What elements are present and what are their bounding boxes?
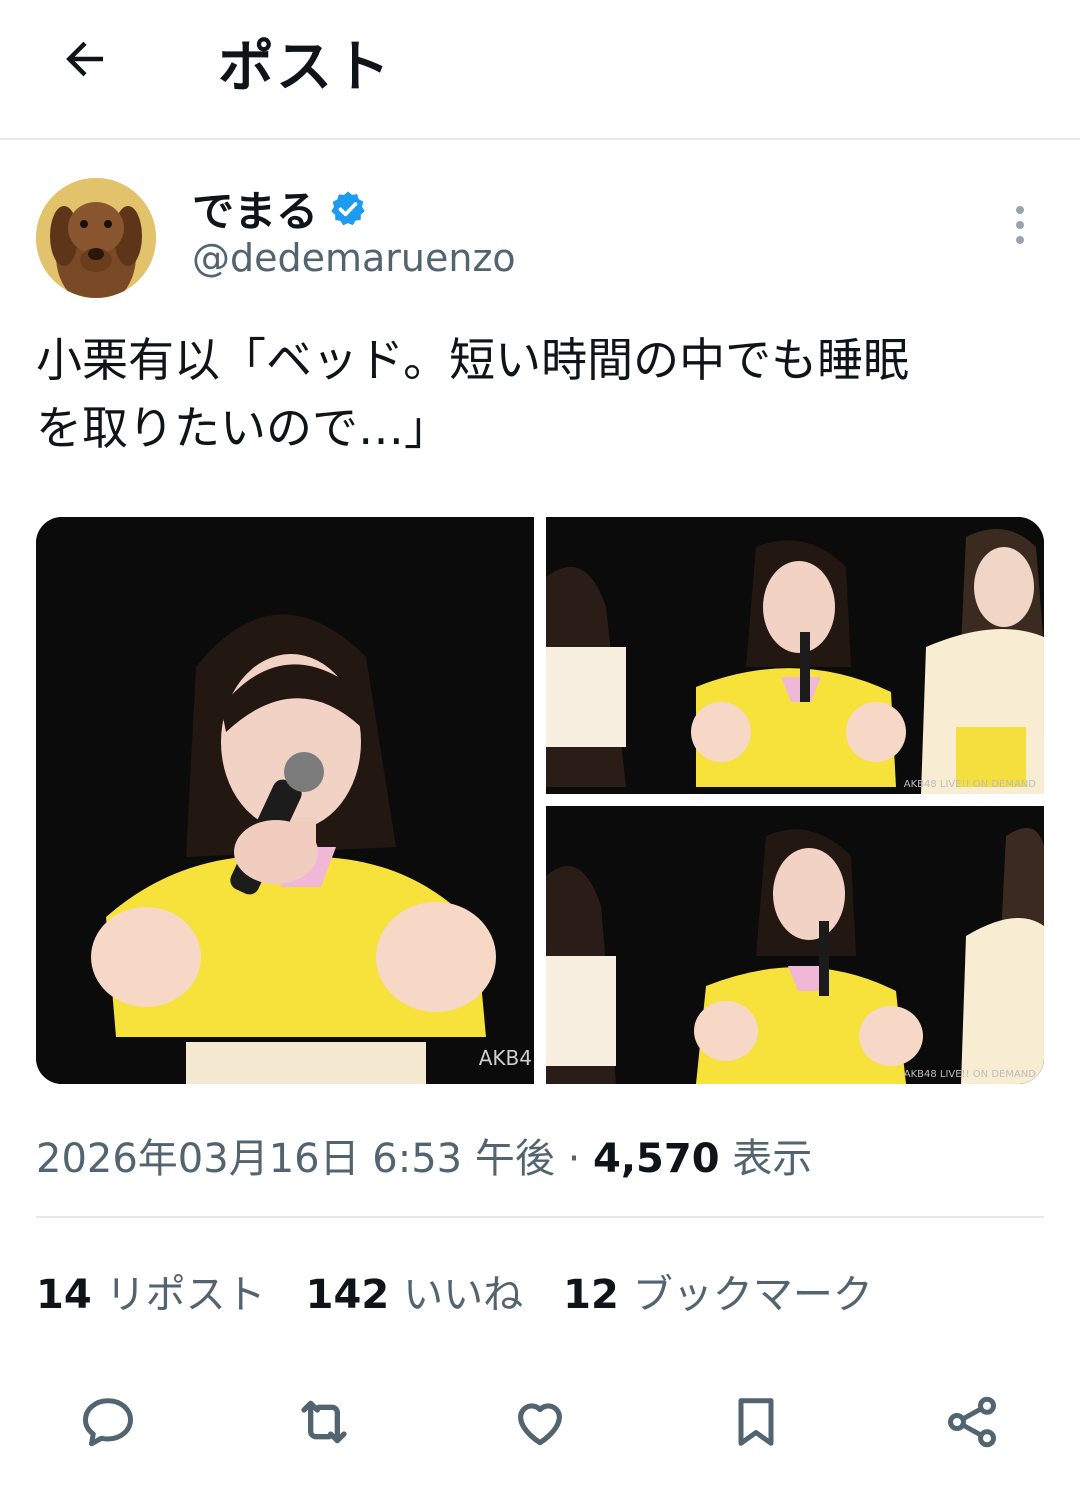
bookmark-button[interactable] (724, 1390, 788, 1454)
media-grid: AKB4 AKB48 LIVE!! ON DEMAND AKB48 LIVE!!… (36, 517, 1044, 1084)
back-button[interactable] (52, 26, 118, 92)
retweet-button[interactable] (292, 1390, 356, 1454)
author-display-name[interactable]: でまる (192, 178, 318, 239)
bookmarks-count: 12 (563, 1272, 619, 1318)
like-icon (518, 1403, 562, 1446)
likes-label: いいね (403, 1272, 524, 1318)
photo-3[interactable]: AKB48 LIVE!! ON DEMAND (546, 806, 1044, 1084)
photo-watermark: AKB4 (478, 1046, 532, 1070)
divider (36, 1216, 1044, 1218)
bookmarks-stat[interactable]: 12 ブックマーク (563, 1262, 873, 1320)
photo-watermark: AKB48 LIVE!! ON DEMAND (903, 779, 1036, 790)
views-label: 表示 (732, 1136, 813, 1182)
tweet-text: 小栗有以「ベッド。短い時間の中でも睡眠 を取りたいので…」 (36, 333, 910, 455)
back-arrow-icon (66, 41, 103, 77)
likes-stat[interactable]: 142 いいね (306, 1262, 524, 1320)
reposts-stat[interactable]: 14 リポスト (36, 1262, 266, 1320)
page-title: ポスト (218, 35, 392, 100)
reply-icon (83, 1398, 133, 1447)
dog-avatar-image (36, 178, 156, 298)
tweet-datetime[interactable]: 2026年03月16日 6:53 午後 (36, 1136, 555, 1182)
top-bar: ポスト (0, 0, 1080, 140)
like-button[interactable] (508, 1390, 572, 1454)
tweet-meta: 2026年03月16日 6:53 午後 · 4,570 表示 (36, 1126, 812, 1184)
bookmark-icon (738, 1398, 774, 1446)
author-name-row[interactable]: でまる (192, 178, 368, 239)
verified-badge-icon (331, 191, 365, 225)
photo-1[interactable]: AKB4 (36, 517, 534, 1084)
reply-button[interactable] (76, 1390, 140, 1454)
views-count: 4,570 (593, 1136, 720, 1182)
meta-separator: · (554, 1136, 594, 1182)
share-icon (948, 1396, 996, 1448)
retweet-icon (301, 1400, 347, 1444)
action-bar (0, 1380, 1080, 1464)
photo-watermark: AKB48 LIVE!! ON DEMAND (903, 1069, 1036, 1080)
photo-2[interactable]: AKB48 LIVE!! ON DEMAND (546, 517, 1044, 794)
reposts-label: リポスト (105, 1272, 266, 1318)
engagement-stats: 14 リポスト 142 いいね 12 ブックマーク (36, 1262, 873, 1320)
avatar[interactable] (36, 178, 156, 298)
likes-count: 142 (305, 1272, 390, 1318)
bookmarks-label: ブックマーク (632, 1272, 873, 1318)
reposts-count: 14 (36, 1272, 92, 1318)
author-handle[interactable]: @dedemaruenzo (192, 236, 516, 280)
share-button[interactable] (940, 1390, 1004, 1454)
more-options-icon[interactable] (1000, 200, 1040, 250)
